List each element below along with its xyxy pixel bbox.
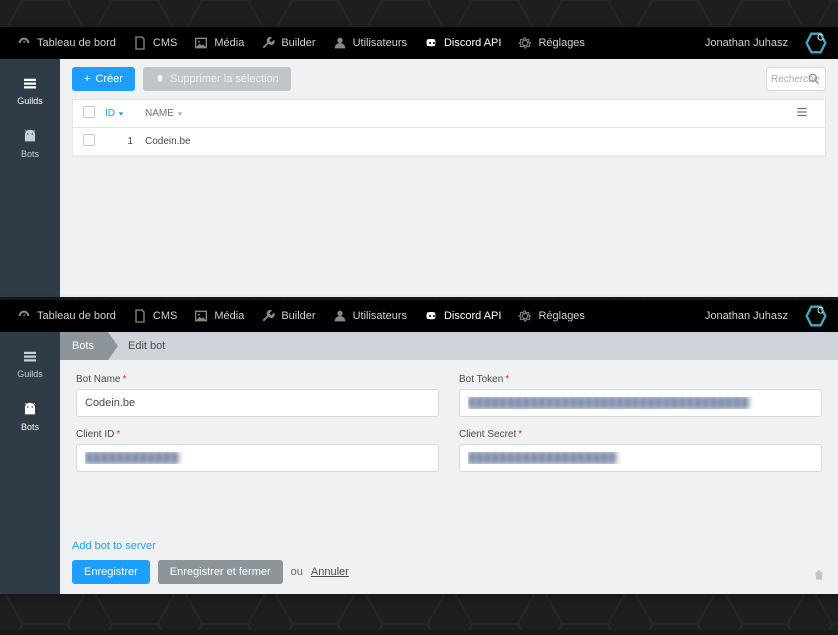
page-icon [132,35,148,51]
gauge-icon [16,35,32,51]
field-client-id: Client ID* [76,429,439,472]
toolbar: +Créer Supprimer la sélection Recherche [60,59,838,99]
trash-icon [155,73,165,86]
create-button[interactable]: +Créer [72,67,135,91]
nav-settings[interactable]: Réglages [509,27,592,59]
input-client-id[interactable] [76,444,439,472]
field-bot-name: Bot Name* [76,374,439,417]
image-icon [193,308,209,324]
delete-icon[interactable] [812,568,826,582]
cell-id: 1 [105,136,145,147]
user-menu[interactable]: Jonathan Juhasz [691,37,796,49]
page-icon [132,308,148,324]
stack-icon [21,75,39,93]
screen-guilds-list: Tableau de bord CMS Média Builder Utilis… [0,27,838,297]
save-close-button[interactable]: Enregistrer et fermer [158,560,283,584]
android-icon [21,128,39,146]
gauge-icon [16,308,32,324]
wrench-icon [260,308,276,324]
row-checkbox[interactable] [83,134,105,149]
select-all-checkbox[interactable] [83,106,105,121]
table-row[interactable]: 1 Codein.be [73,128,825,156]
table-header: ID NAME [73,100,825,128]
wrench-icon [260,35,276,51]
sort-icon [176,110,184,118]
add-bot-link[interactable]: Add bot to server [72,540,156,552]
user-icon [332,35,348,51]
label-client-id: Client ID* [76,429,439,440]
brand-logo: C [802,29,830,57]
input-client-secret[interactable] [459,444,822,472]
svg-text:C: C [817,306,824,316]
nav-settings[interactable]: Réglages [509,300,592,332]
nav-users[interactable]: Utilisateurs [324,300,415,332]
top-nav: Tableau de bord CMS Média Builder Utilis… [0,300,838,332]
form-footer: Add bot to server Enregistrer Enregistre… [72,536,826,584]
nav-media[interactable]: Média [185,27,252,59]
nav-builder[interactable]: Builder [252,27,323,59]
top-nav: Tableau de bord CMS Média Builder Utilis… [0,27,838,59]
cancel-link[interactable]: Annuler [311,566,349,578]
label-client-secret: Client Secret* [459,429,822,440]
svg-text:C: C [817,33,824,43]
sidebar-item-bots[interactable]: Bots [21,397,39,436]
sidebar: Guilds Bots [0,59,60,297]
nav-dashboard[interactable]: Tableau de bord [8,300,124,332]
nav-media[interactable]: Média [185,300,252,332]
col-id[interactable]: ID [105,108,145,119]
main-panel: +Créer Supprimer la sélection Recherche … [60,59,838,297]
sort-desc-icon [117,110,125,118]
gear-icon [517,308,533,324]
image-icon [193,35,209,51]
columns-toggle[interactable] [795,105,815,122]
user-icon [332,308,348,324]
plus-icon: + [84,73,90,85]
nav-cms[interactable]: CMS [124,27,185,59]
label-bot-token: Bot Token* [459,374,822,385]
brand-logo: C [802,302,830,330]
input-bot-name[interactable] [76,389,439,417]
nav-users[interactable]: Utilisateurs [324,27,415,59]
or-text: ou [291,566,303,578]
search-icon [807,72,821,86]
nav-dashboard[interactable]: Tableau de bord [8,27,124,59]
nav-discord[interactable]: Discord API [415,300,509,332]
col-name[interactable]: NAME [145,108,795,119]
sidebar-item-guilds[interactable]: Guilds [17,344,43,383]
label-bot-name: Bot Name* [76,374,439,385]
user-menu[interactable]: Jonathan Juhasz [691,310,796,322]
delete-selection-button[interactable]: Supprimer la sélection [143,67,291,91]
android-icon [21,401,39,419]
nav-builder[interactable]: Builder [252,300,323,332]
gear-icon [517,35,533,51]
main-panel: Bots Edit bot Bot Name* Bot Token* Clien… [60,332,838,594]
save-button[interactable]: Enregistrer [72,560,150,584]
sidebar-item-bots[interactable]: Bots [21,124,39,163]
cell-name: Codein.be [145,136,815,147]
data-table: ID NAME 1 Codein.be [72,99,826,157]
breadcrumb-bots[interactable]: Bots [60,332,108,360]
edit-form: Bot Name* Bot Token* Client ID* Client S… [60,360,838,486]
discord-icon [423,35,439,51]
breadcrumb: Bots Edit bot [60,332,838,360]
stack-icon [21,348,39,366]
search-input[interactable]: Recherche [766,67,826,91]
sidebar: Guilds Bots [0,332,60,594]
nav-cms[interactable]: CMS [124,300,185,332]
field-client-secret: Client Secret* [459,429,822,472]
input-bot-token[interactable] [459,389,822,417]
discord-icon [423,308,439,324]
nav-discord[interactable]: Discord API [415,27,509,59]
sidebar-item-guilds[interactable]: Guilds [17,71,43,110]
breadcrumb-edit: Edit bot [108,332,179,360]
screen-edit-bot: Tableau de bord CMS Média Builder Utilis… [0,300,838,594]
field-bot-token: Bot Token* [459,374,822,417]
